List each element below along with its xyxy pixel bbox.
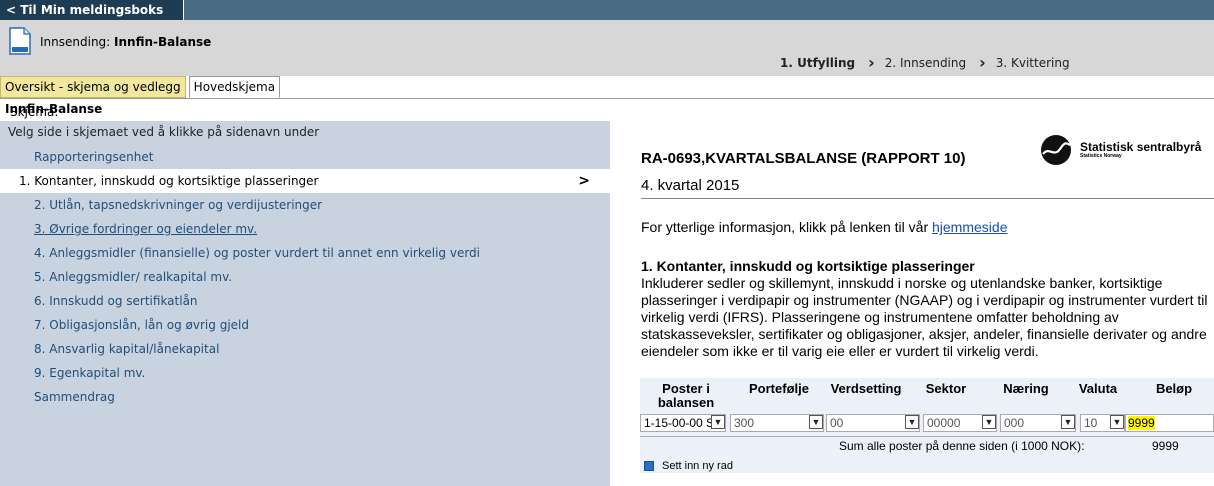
ssb-logo: Statistisk sentralbyrå Statistics Norway <box>1040 134 1201 166</box>
skjema-line: Skjema: Innfin-Balanse <box>0 98 1214 119</box>
sidebar-item-egenkapital[interactable]: 9. Egenkapital mv. <box>0 361 610 385</box>
logo-name: Statistisk sentralbyrå <box>1080 140 1202 154</box>
chevron-down-icon[interactable]: ▼ <box>809 415 823 429</box>
sidebar-item-ovrige-fordringer[interactable]: 3. Øvrige fordringer og eiendeler mv. <box>0 217 610 241</box>
chevron-right-icon: › <box>979 53 986 72</box>
document-icon <box>9 27 31 55</box>
gutter <box>610 121 620 486</box>
progress-steps: 1. Utfylling › 2. Innsending › 3. Kvitte… <box>780 53 1070 72</box>
sidebar-item-label: 1. Kontanter, innskudd og kortsiktige pl… <box>19 174 319 188</box>
table-row: 1-15-00-00 S ▼ 300 ▼ 00 ▼ 00000 ▼ 000 ▼ … <box>640 414 1214 434</box>
sidebar: Velg side i skjemaet ved å klikke på sid… <box>0 121 610 486</box>
add-row-icon <box>644 461 654 471</box>
sidebar-item-anleggsmidler-finansielle[interactable]: 4. Anleggsmidler (finansielle) og poster… <box>0 241 610 265</box>
form-quarter: 4. kvartal 2015 <box>641 177 740 194</box>
chevron-down-icon[interactable]: ▼ <box>1110 415 1124 429</box>
belop-input[interactable]: 9999 <box>1125 414 1214 432</box>
innsending-title: Innsending: Innfin-Balanse <box>40 35 212 49</box>
header: Innsending: Innfin-Balanse 1. Utfylling … <box>0 20 1214 76</box>
chevron-down-icon[interactable]: ▼ <box>982 415 996 429</box>
tab-hovedskjema[interactable]: Hovedskjema <box>188 76 281 98</box>
form-panel: RA-0693,KVARTALSBALANSE (RAPPORT 10) Sta… <box>620 121 1214 486</box>
info-text: For ytterlige informasjon, klikk på lenk… <box>641 219 1008 235</box>
chevron-down-icon[interactable]: ▼ <box>905 415 919 429</box>
ssb-logo-icon <box>1041 135 1071 165</box>
sidebar-item-utlan[interactable]: 2. Utlån, tapsnedskrivninger og verdijus… <box>0 193 610 217</box>
sum-label: Sum alle poster på denne siden (i 1000 N… <box>839 439 1085 453</box>
chevron-right-icon: > <box>578 173 590 189</box>
innsending-name: Innfin-Balanse <box>114 35 212 49</box>
tab-oversikt[interactable]: Oversikt - skjema og vedlegg <box>0 76 186 98</box>
balance-table: Poster i balansen Portefølje Verdsetting… <box>640 378 1214 473</box>
chevron-down-icon[interactable]: ▼ <box>1061 415 1075 429</box>
sum-value: 9999 <box>1152 439 1179 453</box>
section-description: Inkluderer sedler og skillemynt, innskud… <box>641 275 1208 359</box>
header-sektor: Sektor <box>925 381 967 396</box>
skjema-label: Skjema: Innfin-Balanse <box>5 102 103 119</box>
step-innsending: 2. Innsending <box>884 56 967 70</box>
sidebar-nav: Rapporteringsenhet 1. Kontanter, innskud… <box>0 145 610 409</box>
sidebar-item-ansvarlig-kapital[interactable]: 8. Ansvarlig kapital/lånekapital <box>0 337 610 361</box>
chevron-right-icon: › <box>868 53 875 72</box>
step-utfylling: 1. Utfylling <box>780 56 856 70</box>
header-naering: Næring <box>1003 381 1049 396</box>
header-verdsetting: Verdsetting <box>830 381 902 396</box>
header-portefolje: Portefølje <box>749 381 809 396</box>
header-valuta: Valuta <box>1078 381 1118 396</box>
back-to-inbox-button[interactable]: < Til Min meldingsboks <box>0 0 184 20</box>
tab-bar: Oversikt - skjema og vedlegg Hovedskjema <box>0 76 281 98</box>
sidebar-instruction: Velg side i skjemaet ved å klikke på sid… <box>8 125 320 139</box>
step-kvittering: 3. Kvittering <box>995 56 1070 70</box>
sidebar-item-obligasjonslan[interactable]: 7. Obligasjonslån, lån og øvrig gjeld <box>0 313 610 337</box>
sidebar-item-kontanter[interactable]: 1. Kontanter, innskudd og kortsiktige pl… <box>0 169 610 193</box>
chevron-down-icon[interactable]: ▼ <box>711 415 725 429</box>
sidebar-item-rapporteringsenhet[interactable]: Rapporteringsenhet <box>0 145 610 169</box>
homepage-link[interactable]: hjemmeside <box>932 219 1007 235</box>
header-belop: Beløp <box>1155 381 1193 396</box>
section-title: 1. Kontanter, innskudd og kortsiktige pl… <box>641 258 975 274</box>
top-bar: < Til Min meldingsboks <box>0 0 1214 20</box>
sidebar-item-anleggsmidler-realkapital[interactable]: 5. Anleggsmidler/ realkapital mv. <box>0 265 610 289</box>
sum-line: Sum alle poster på denne siden (i 1000 N… <box>640 436 1214 455</box>
sidebar-item-innskudd[interactable]: 6. Innskudd og sertifikatlån <box>0 289 610 313</box>
divider <box>641 198 1214 199</box>
add-row-button[interactable]: Sett inn ny rad <box>640 460 733 472</box>
header-poster: Poster i balansen <box>657 381 715 410</box>
form-title: RA-0693,KVARTALSBALANSE (RAPPORT 10) <box>641 150 966 167</box>
sidebar-item-sammendrag[interactable]: Sammendrag <box>0 385 610 409</box>
